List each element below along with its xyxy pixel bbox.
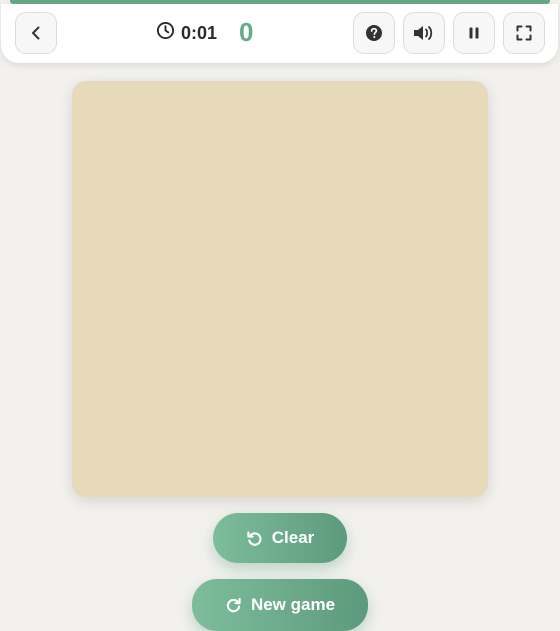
game-page: 0:01 0 Clear New game: [0, 0, 560, 631]
undo-icon: [246, 530, 272, 547]
new-game-button[interactable]: New game: [192, 579, 368, 631]
fullscreen-icon: [516, 25, 532, 41]
help-icon: [365, 24, 383, 42]
clock-icon: [156, 21, 175, 45]
top-bar: 0:01 0: [1, 4, 558, 63]
volume-icon: [412, 23, 436, 43]
timer: 0:01: [156, 21, 218, 45]
fullscreen-button[interactable]: [503, 12, 545, 54]
clear-button[interactable]: Clear: [213, 513, 347, 563]
timer-value: 0:01: [181, 22, 218, 43]
new-game-button-label: New game: [250, 595, 336, 614]
back-button[interactable]: [15, 12, 57, 54]
sound-button[interactable]: [403, 12, 445, 54]
pause-button[interactable]: [453, 12, 495, 54]
clear-button-label: Clear: [271, 528, 315, 547]
chevron-left-icon: [28, 25, 44, 41]
score-value: 0: [239, 17, 254, 47]
game-board[interactable]: [72, 81, 488, 497]
help-button[interactable]: [353, 12, 395, 54]
pause-icon: [467, 26, 481, 40]
refresh-icon: [225, 597, 251, 614]
